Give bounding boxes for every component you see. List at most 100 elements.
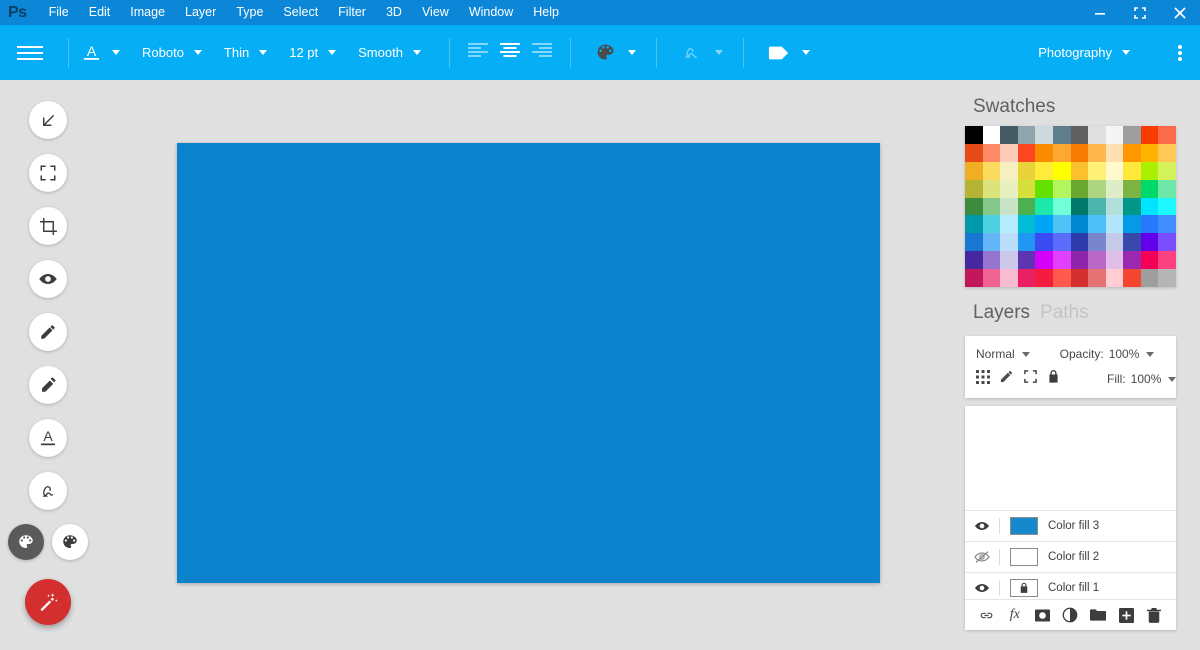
swatch-cell[interactable] [1000, 215, 1018, 234]
align-center-icon[interactable] [499, 42, 520, 63]
swatch-cell[interactable] [1052, 179, 1071, 198]
eye-icon[interactable] [965, 518, 999, 534]
swatch-cell[interactable] [982, 269, 1001, 287]
chevron-down-icon[interactable] [1168, 376, 1177, 382]
opacity-value[interactable]: 100% [1109, 347, 1140, 361]
menu-item-3d[interactable]: 3D [376, 0, 412, 25]
foreground-color-swatch[interactable] [8, 524, 44, 560]
fill-value[interactable]: 100% [1131, 372, 1162, 386]
swatch-cell[interactable] [1158, 233, 1176, 252]
swatch-cell[interactable] [965, 126, 983, 144]
font-size-select[interactable]: 12 pt [279, 45, 348, 60]
swatch-cell[interactable] [1017, 126, 1036, 144]
swatch-cell[interactable] [1140, 215, 1159, 234]
fx-icon[interactable]: fx [1005, 607, 1025, 623]
swatch-cell[interactable] [1035, 233, 1053, 252]
swatch-cell[interactable] [1070, 269, 1089, 287]
crop-tool[interactable] [29, 207, 67, 245]
swatch-cell[interactable] [1052, 233, 1071, 252]
swatch-cell[interactable] [1052, 161, 1071, 180]
swatch-cell[interactable] [965, 251, 983, 270]
swatch-cell[interactable] [1052, 215, 1071, 234]
menu-item-window[interactable]: Window [459, 0, 523, 25]
swatch-cell[interactable] [982, 215, 1001, 234]
swatch-cell[interactable] [965, 179, 983, 198]
folder-icon[interactable] [1088, 608, 1108, 622]
swatch-cell[interactable] [965, 161, 983, 180]
adjustment-icon[interactable] [1060, 607, 1080, 623]
swatch-cell[interactable] [1158, 179, 1176, 198]
menu-item-image[interactable]: Image [120, 0, 175, 25]
swatch-cell[interactable] [1070, 161, 1089, 180]
brush-tool[interactable] [29, 366, 67, 404]
menu-item-help[interactable]: Help [523, 0, 569, 25]
swatch-cell[interactable] [1105, 143, 1124, 162]
swatch-cell[interactable] [1052, 143, 1071, 162]
swatch-cell[interactable] [982, 126, 1001, 144]
swatch-cell[interactable] [965, 143, 983, 162]
swatch-cell[interactable] [1000, 143, 1018, 162]
swatch-cell[interactable] [1035, 215, 1053, 234]
add-layer-icon[interactable] [1116, 607, 1136, 623]
menu-item-filter[interactable]: Filter [328, 0, 376, 25]
swatch-cell[interactable] [1088, 197, 1106, 216]
layer-thumbnail[interactable] [1010, 517, 1038, 535]
swatch-cell[interactable] [1000, 251, 1018, 270]
text-color-control[interactable] [589, 42, 648, 63]
table-row[interactable]: Color fill 2 [965, 541, 1176, 572]
swatch-cell[interactable] [1140, 126, 1159, 144]
pixels-lock-icon[interactable] [999, 369, 1014, 389]
swatch-cell[interactable] [1035, 269, 1053, 287]
swatch-cell[interactable] [1017, 251, 1036, 270]
swatch-cell[interactable] [965, 215, 983, 234]
align-right-icon[interactable] [531, 42, 552, 63]
swatch-cell[interactable] [1017, 197, 1036, 216]
maximize-icon[interactable] [1120, 0, 1160, 25]
swatch-cell[interactable] [982, 251, 1001, 270]
swatch-cell[interactable] [1140, 251, 1159, 270]
swatch-cell[interactable] [1035, 197, 1053, 216]
swatch-cell[interactable] [1000, 161, 1018, 180]
swatch-cell[interactable] [1052, 251, 1071, 270]
swatch-cell[interactable] [1140, 233, 1159, 252]
swatch-cell[interactable] [1035, 143, 1053, 162]
menu-item-edit[interactable]: Edit [79, 0, 121, 25]
lasso-tool[interactable] [29, 472, 67, 510]
swatch-cell[interactable] [1123, 197, 1141, 216]
swatch-cell[interactable] [1070, 197, 1089, 216]
swatch-cell[interactable] [1088, 143, 1106, 162]
tag-control[interactable] [762, 45, 822, 61]
swatch-cell[interactable] [982, 143, 1001, 162]
swatch-cell[interactable] [1035, 126, 1053, 144]
swatch-cell[interactable] [1140, 197, 1159, 216]
font-family-select[interactable]: Roboto [132, 45, 214, 60]
swatch-cell[interactable] [1088, 179, 1106, 198]
swatch-cell[interactable] [1000, 179, 1018, 198]
eye-off-icon[interactable] [965, 549, 999, 565]
swatch-cell[interactable] [1052, 126, 1071, 144]
hamburger-icon[interactable] [0, 44, 60, 62]
swatch-cell[interactable] [965, 269, 983, 287]
tab-paths[interactable]: Paths [1040, 302, 1089, 323]
table-row[interactable]: Color fill 3 [965, 510, 1176, 541]
swatch-cell[interactable] [982, 197, 1001, 216]
swatch-cell[interactable] [1035, 179, 1053, 198]
position-lock-icon[interactable] [1023, 369, 1038, 389]
swatches-grid[interactable] [965, 126, 1176, 287]
swatch-cell[interactable] [1105, 233, 1124, 252]
swatch-cell[interactable] [1017, 233, 1036, 252]
swatch-cell[interactable] [1123, 179, 1141, 198]
swatch-cell[interactable] [1123, 143, 1141, 162]
swatch-cell[interactable] [1000, 269, 1018, 287]
swatch-cell[interactable] [1088, 161, 1106, 180]
mask-icon[interactable] [1033, 608, 1053, 623]
chevron-down-icon[interactable] [1021, 351, 1030, 357]
swatch-cell[interactable] [1052, 269, 1071, 287]
swatch-cell[interactable] [1158, 143, 1176, 162]
swatch-cell[interactable] [1088, 233, 1106, 252]
swatch-cell[interactable] [1017, 161, 1036, 180]
swatch-cell[interactable] [1105, 179, 1124, 198]
swatch-cell[interactable] [1158, 251, 1176, 270]
swatch-cell[interactable] [1070, 215, 1089, 234]
layer-thumbnail[interactable] [1010, 579, 1038, 597]
